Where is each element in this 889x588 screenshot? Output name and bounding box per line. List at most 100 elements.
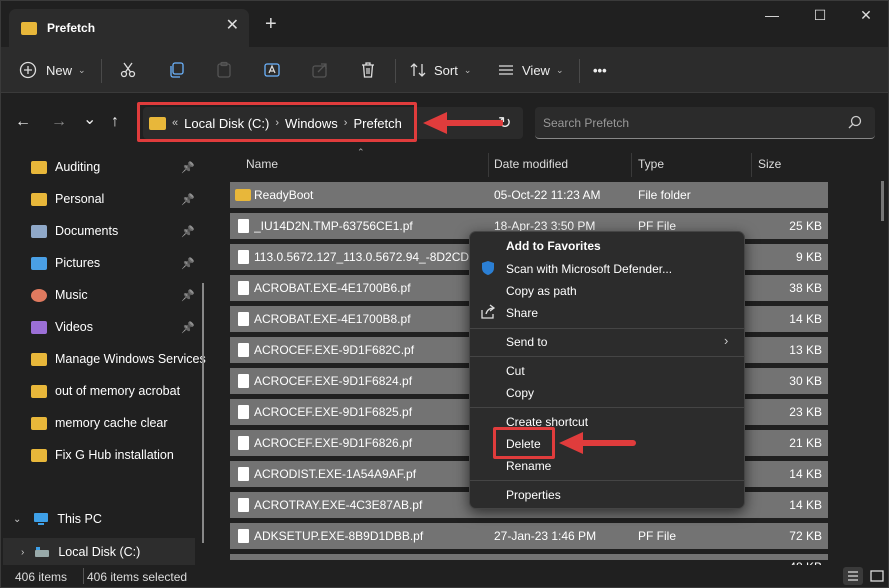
- sidebar-item[interactable]: Music 📌: [31, 283, 211, 307]
- menu-item-share[interactable]: Share: [506, 306, 538, 320]
- cut-button[interactable]: [119, 56, 137, 84]
- copy-button[interactable]: [167, 56, 185, 84]
- file-row[interactable]: ReadyBoot 05-Oct-22 11:23 AM File folder: [230, 182, 828, 208]
- status-bar: 406 items 406 items selected: [1, 565, 888, 587]
- sidebar-item[interactable]: memory cache clear: [31, 411, 211, 435]
- column-divider[interactable]: [751, 153, 752, 177]
- sidebar-item-label: out of memory acrobat: [55, 384, 181, 398]
- chevron-down-icon: ⌄: [13, 513, 22, 525]
- menu-item-cut[interactable]: Cut: [506, 364, 525, 378]
- column-header-name[interactable]: Name: [246, 149, 278, 179]
- drive-icon: [35, 547, 50, 557]
- column-divider[interactable]: [488, 153, 489, 177]
- file-name: ACRODIST.EXE-1A54A9AF.pf: [254, 467, 417, 481]
- pin-icon[interactable]: 📌: [181, 193, 195, 206]
- folder-icon: [31, 448, 47, 462]
- sidebar-item-label: This PC: [57, 512, 102, 526]
- recent-locations-button[interactable]: ⌄: [83, 109, 96, 129]
- highlight-box: [137, 102, 417, 142]
- column-divider[interactable]: [631, 153, 632, 177]
- chevron-right-icon: ›: [21, 546, 25, 558]
- documents-icon: [31, 224, 47, 238]
- column-header-type[interactable]: Type: [638, 149, 664, 179]
- maximize-button[interactable]: ☐: [800, 7, 840, 24]
- file-name: ACROBAT.EXE-4E1700B8.pf: [254, 312, 411, 326]
- share-button[interactable]: [311, 56, 329, 84]
- tab-prefetch[interactable]: Prefetch ✕: [9, 9, 249, 47]
- column-header-size[interactable]: Size: [758, 149, 781, 179]
- sidebar-item[interactable]: Videos 📌: [31, 315, 211, 339]
- back-button[interactable]: ←: [15, 113, 31, 131]
- file-icon: [238, 312, 249, 326]
- sidebar-item[interactable]: Fix G Hub installation: [31, 443, 211, 467]
- sidebar-item[interactable]: out of memory acrobat: [31, 379, 211, 403]
- file-size: 38 KB: [789, 281, 822, 295]
- red-arrow-icon: [423, 112, 503, 134]
- details-view-button[interactable]: [843, 567, 863, 585]
- file-size: 23 KB: [789, 405, 822, 419]
- file-list-scrollbar[interactable]: [881, 181, 884, 221]
- share-icon: [312, 63, 327, 78]
- file-icon: [238, 436, 249, 450]
- menu-separator: [470, 328, 744, 329]
- sidebar-item-label: Local Disk (C:): [58, 545, 141, 559]
- tab-close-icon[interactable]: ✕: [226, 15, 239, 35]
- folder-icon: [31, 192, 47, 206]
- delete-button[interactable]: [359, 56, 377, 84]
- pin-icon[interactable]: 📌: [181, 289, 195, 302]
- sidebar-item[interactable]: Manage Windows Services: [31, 347, 211, 371]
- pin-icon[interactable]: 📌: [181, 225, 195, 238]
- menu-item-rename[interactable]: Rename: [506, 459, 551, 473]
- file-row[interactable]: 48 KB: [230, 554, 828, 574]
- sidebar-item[interactable]: Auditing 📌: [31, 155, 211, 179]
- file-row[interactable]: ADKSETUP.EXE-8B9D1DBB.pf 27-Jan-23 1:46 P…: [230, 523, 828, 549]
- file-size: 14 KB: [789, 498, 822, 512]
- pin-icon[interactable]: 📌: [181, 321, 195, 334]
- context-menu: Add to Favorites Scan with Microsoft Def…: [469, 231, 745, 509]
- file-explorer-window: Prefetch ✕ + — ☐ ✕ New ⌄ Sort ⌄ View ⌄ •…: [0, 0, 889, 588]
- sidebar-item-label: Documents: [55, 224, 119, 238]
- new-tab-button[interactable]: +: [265, 13, 277, 36]
- defender-shield-icon: [482, 261, 494, 275]
- file-icon: [238, 343, 249, 357]
- column-header-date[interactable]: Date modified: [494, 149, 568, 179]
- sidebar-item-local-disk[interactable]: › Local Disk (C:): [3, 538, 195, 566]
- search-input[interactable]: Search Prefetch: [543, 116, 629, 130]
- paste-button[interactable]: [215, 56, 233, 84]
- sort-button[interactable]: Sort ⌄: [409, 56, 471, 84]
- search-icon: [848, 115, 862, 129]
- minimize-button[interactable]: —: [752, 7, 792, 23]
- new-button[interactable]: New ⌄: [19, 56, 86, 84]
- menu-item-send-to[interactable]: Send to: [506, 335, 547, 349]
- rename-button[interactable]: [263, 56, 281, 84]
- sidebar-item-this-pc[interactable]: ⌄ This PC: [13, 507, 203, 531]
- file-size: 14 KB: [789, 312, 822, 326]
- view-label: View: [522, 62, 550, 78]
- sidebar-item[interactable]: Personal 📌: [31, 187, 211, 211]
- sidebar-item[interactable]: Pictures 📌: [31, 251, 211, 275]
- pin-icon[interactable]: 📌: [181, 161, 195, 174]
- sidebar-item[interactable]: Documents 📌: [31, 219, 211, 243]
- close-button[interactable]: ✕: [846, 7, 886, 24]
- file-date: 27-Jan-23 1:46 PM: [494, 529, 597, 543]
- menu-item-properties[interactable]: Properties: [506, 488, 561, 502]
- up-button[interactable]: ↑: [111, 113, 119, 131]
- divider: [579, 59, 580, 83]
- menu-item-scan-defender[interactable]: Scan with Microsoft Defender...: [506, 262, 672, 276]
- view-button[interactable]: View ⌄: [497, 56, 564, 84]
- menu-item-copy-as-path[interactable]: Copy as path: [506, 284, 577, 298]
- file-type: PF File: [638, 529, 677, 543]
- file-name: ACROTRAY.EXE-4C3E87AB.pf: [254, 498, 423, 512]
- pin-icon[interactable]: 📌: [181, 257, 195, 270]
- menu-separator: [470, 356, 744, 357]
- menu-item-add-favorites[interactable]: Add to Favorites: [506, 239, 601, 253]
- see-more-button[interactable]: •••: [593, 56, 607, 84]
- music-icon: [31, 288, 47, 302]
- menu-item-copy[interactable]: Copy: [506, 386, 534, 400]
- folder-icon: [31, 352, 47, 366]
- forward-button[interactable]: →: [51, 113, 67, 131]
- sidebar-scrollbar[interactable]: [202, 283, 204, 543]
- search-box[interactable]: Search Prefetch: [535, 107, 875, 139]
- tiles-view-button[interactable]: [867, 567, 887, 585]
- tiles-view-icon: [870, 570, 884, 582]
